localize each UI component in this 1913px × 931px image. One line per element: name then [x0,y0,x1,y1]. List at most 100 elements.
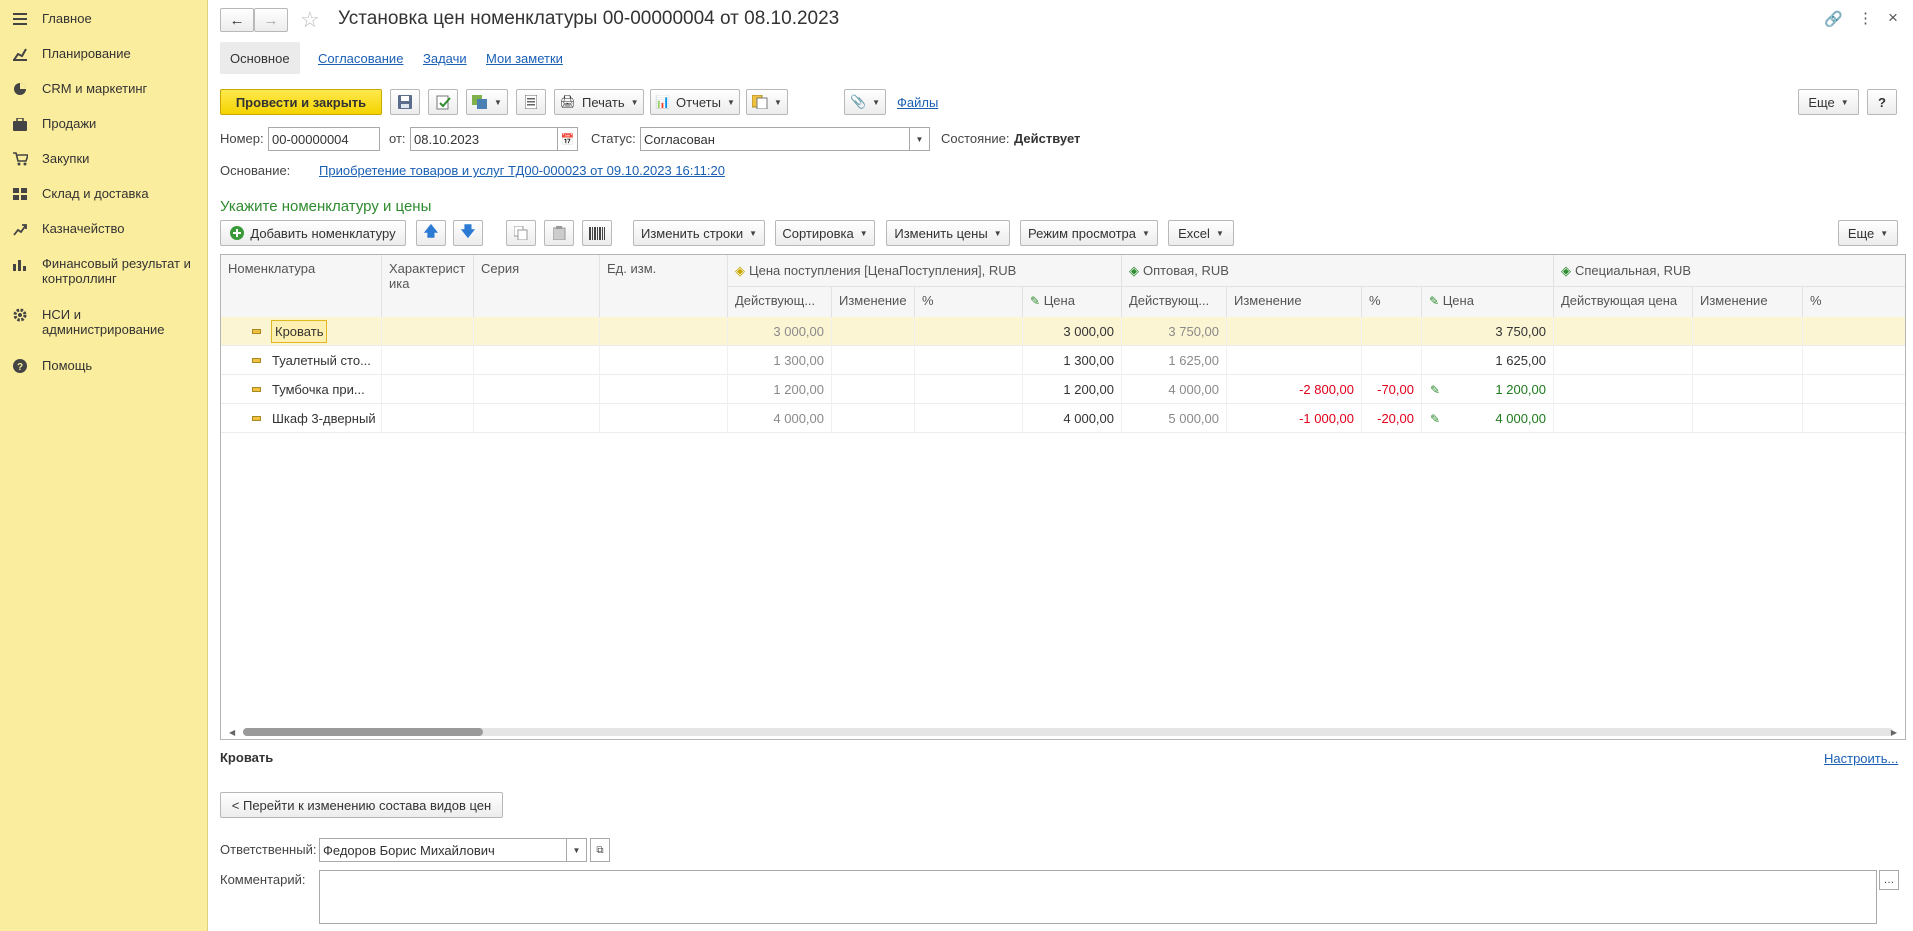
go-back-button[interactable]: < Перейти к изменению состава видов цен [220,792,503,818]
basis-link[interactable]: Приобретение товаров и услуг ТД00-000023… [319,163,725,178]
col-header-w-percent[interactable]: % [1362,286,1422,317]
back-button[interactable]: ← [220,8,254,32]
col-header-characteristic[interactable]: Характеристика [382,255,474,317]
print-button[interactable]: 🖨 Печать ▼ [554,89,644,115]
col-header-w-price[interactable]: ✎ Цена [1422,286,1554,317]
w-price-cell[interactable]: 1 625,00 [1422,346,1554,375]
col-header-nomenclature[interactable]: Номенклатура [221,255,382,317]
col-header-w-current[interactable]: Действующ... [1122,286,1227,317]
scroll-right-icon[interactable]: ▶ [1891,728,1897,737]
col-group-wholesale[interactable]: ◈ Оптовая, RUB [1122,255,1554,286]
move-down-button[interactable]: 🡇 [453,220,483,246]
w-price-cell[interactable]: ✎ 1 200,00 [1422,375,1554,404]
comment-field[interactable] [319,870,1877,924]
excel-button[interactable]: Excel ▼ [1168,220,1234,246]
briefcase-icon [12,116,28,132]
p-price-cell[interactable]: 4 000,00 [1023,404,1122,433]
scroll-left-icon[interactable]: ◀ [229,728,235,737]
sidebar-item-finance[interactable]: Финансовый результат и контроллинг [0,256,208,286]
reports-button[interactable]: 📊 Отчеты ▼ [650,89,740,115]
number-field[interactable]: 00-00000004 [268,127,380,151]
status-field[interactable]: Согласован [640,127,910,151]
barcode-button[interactable] [582,220,612,246]
col-header-w-change[interactable]: Изменение [1227,286,1362,317]
structure-button[interactable] [516,89,546,115]
col-header-p-change[interactable]: Изменение [832,286,915,317]
change-rows-button[interactable]: Изменить строки ▼ [633,220,765,246]
table-more-button[interactable]: Еще ▼ [1838,220,1898,246]
status-dropdown-icon[interactable]: ▼ [910,127,930,151]
p-current-cell: 4 000,00 [728,404,832,433]
w-percent-cell: -20,00 [1362,404,1422,433]
col-header-series[interactable]: Серия [474,255,600,317]
create-based-on-button[interactable]: ▼ [466,89,508,115]
scrollbar-thumb[interactable] [243,728,483,736]
p-price-cell[interactable]: 1 200,00 [1023,375,1122,404]
nomenclature-cell[interactable]: Туалетный сто... [272,353,371,368]
table-row[interactable]: Шкаф 3-дверный 4 000,00 4 000,00 5 000,0… [221,404,1905,433]
add-nomenclature-button[interactable]: Добавить номенклатуру [220,220,406,246]
sidebar-item-warehouse[interactable]: Склад и доставка [0,186,208,202]
sidebar-item-sales[interactable]: Продажи [0,116,208,132]
configure-link[interactable]: Настроить... [1824,751,1898,766]
col-header-unit[interactable]: Ед. изм. [600,255,728,317]
table-row[interactable]: Туалетный сто... 1 300,00 1 300,00 1 625… [221,346,1905,375]
sidebar-item-crm[interactable]: CRM и маркетинг [0,81,208,97]
sidebar-item-nsi[interactable]: НСИ и администрирование [0,307,208,337]
post-and-close-button[interactable]: Провести и закрыть [220,89,382,115]
view-mode-button[interactable]: Режим просмотра ▼ [1020,220,1158,246]
ellipsis-icon[interactable]: … [1879,870,1899,890]
sidebar-item-treasury[interactable]: Казначейство [0,221,208,237]
close-icon[interactable]: × [1888,8,1898,28]
help-button[interactable]: ? [1867,89,1897,115]
responsible-field[interactable]: Федоров Борис Михайлович [319,838,567,862]
link-icon[interactable]: 🔗 [1824,10,1843,28]
horizontal-scrollbar[interactable] [243,728,1893,736]
change-prices-button[interactable]: Изменить цены ▼ [886,220,1010,246]
col-header-p-price[interactable]: ✎ Цена [1023,286,1122,317]
more-vertical-icon[interactable]: ⋮ [1858,9,1873,27]
w-price-cell[interactable]: ✎ 4 000,00 [1422,404,1554,433]
sidebar-item-purchases[interactable]: Закупки [0,151,208,167]
sidebar-item-help[interactable]: ? Помощь [0,358,208,374]
table-row[interactable]: Тумбочка при... 1 200,00 1 200,00 4 000,… [221,375,1905,404]
responsible-dropdown-icon[interactable]: ▼ [567,838,587,862]
sort-button[interactable]: Сортировка ▼ [775,220,875,246]
table-row[interactable]: Кровать 3 000,00 3 000,00 3 750,00 3 750… [221,317,1905,346]
nomenclature-cell[interactable]: Тумбочка при... [272,382,365,397]
nomenclature-cell[interactable]: Шкаф 3-дверный [272,411,376,426]
copy-button[interactable] [506,220,536,246]
col-header-p-percent[interactable]: % [915,286,1023,317]
attach-button[interactable]: 📎 ▼ [844,89,886,115]
col-group-purchase-price[interactable]: ◈ Цена поступления [ЦенаПоступления], RUB [728,255,1122,286]
sidebar-item-planning[interactable]: Планирование [0,46,208,62]
p-price-cell[interactable]: 3 000,00 [1023,317,1122,346]
col-header-p-current[interactable]: Действующ... [728,286,832,317]
tab-tasks[interactable]: Задачи [413,42,477,74]
w-price-cell[interactable]: 3 750,00 [1422,317,1554,346]
files-link[interactable]: Файлы [897,95,938,110]
open-icon[interactable]: ⧉ [590,838,610,862]
barcode-icon [589,226,605,240]
date-field[interactable]: 08.10.2023 [410,127,558,151]
forward-button[interactable]: → [254,8,288,32]
related-docs-button[interactable]: ▼ [746,89,788,115]
save-button[interactable] [390,89,420,115]
col-header-s-percent[interactable]: % [1803,286,1905,317]
tab-main[interactable]: Основное [220,42,300,74]
col-header-s-current[interactable]: Действующая цена [1554,286,1693,317]
more-button[interactable]: Еще ▼ [1798,89,1859,115]
p-price-cell[interactable]: 1 300,00 [1023,346,1122,375]
nomenclature-cell[interactable]: Кровать [271,320,328,343]
post-button[interactable] [428,89,458,115]
sidebar-item-main[interactable]: Главное [0,11,208,27]
arrow-right-icon: → [263,11,279,29]
tab-notes[interactable]: Мои заметки [476,42,573,74]
col-group-special[interactable]: ◈ Специальная, RUB [1554,255,1905,286]
move-up-button[interactable]: 🡅 [416,220,446,246]
paste-button[interactable] [544,220,574,246]
tab-approval[interactable]: Согласование [308,42,413,74]
star-icon[interactable]: ☆ [300,7,320,33]
col-header-s-change[interactable]: Изменение [1693,286,1803,317]
calendar-icon[interactable]: 📅 [558,127,578,151]
